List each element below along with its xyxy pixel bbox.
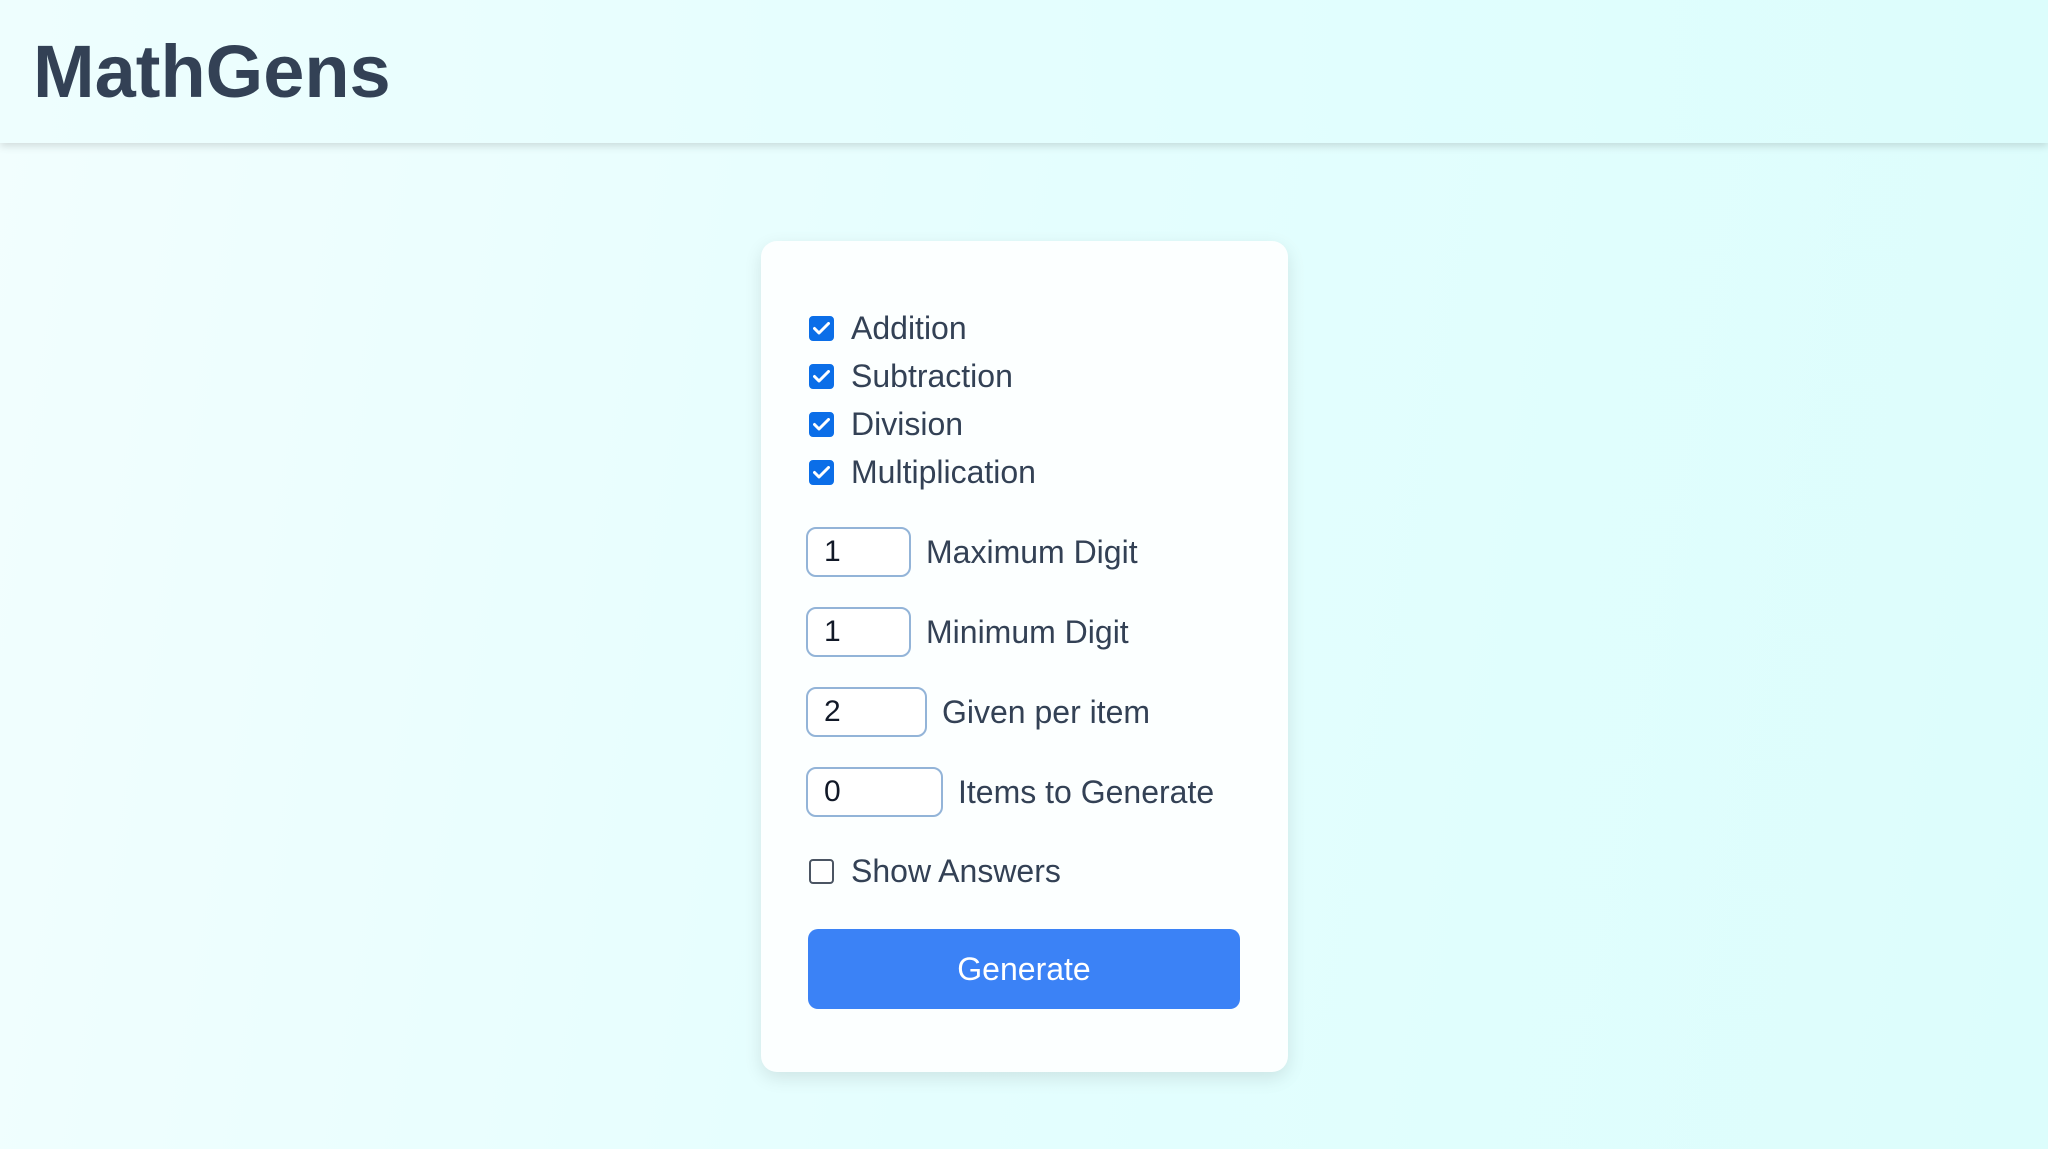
division-label: Division [851,405,964,442]
multiplication-label: Multiplication [851,453,1036,490]
field-row-maximum-digit: Maximum Digit [806,526,1138,578]
minimum-digit-label: Minimum Digit [926,613,1129,650]
show-answers-checkbox[interactable] [809,858,834,884]
field-row-items-to-generate: Items to Generate [806,766,1214,818]
field-row-minimum-digit: Minimum Digit [806,606,1129,658]
field-row-given-per-item: Given per item [806,686,1150,738]
given-per-item-input[interactable] [806,687,927,737]
subtraction-checkbox[interactable] [809,363,834,389]
checkbox-row-subtraction[interactable]: Subtraction [809,356,1013,396]
given-per-item-label: Given per item [942,693,1151,730]
checkbox-row-division[interactable]: Division [809,404,963,444]
items-to-generate-label: Items to Generate [958,773,1215,810]
app-title: MathGens [33,30,391,113]
checkmark-icon [813,321,830,334]
generator-form-card: Addition Subtraction Division Multiplica… [761,241,1288,1072]
show-answers-label: Show Answers [851,852,1061,889]
subtraction-label: Subtraction [851,357,1013,394]
maximum-digit-label: Maximum Digit [926,533,1138,570]
checkmark-icon [813,465,830,478]
checkbox-row-show-answers[interactable]: Show Answers [809,851,1061,891]
generate-button[interactable]: Generate [808,929,1240,1009]
app-header: MathGens [0,0,2048,143]
division-checkbox[interactable] [809,411,834,437]
minimum-digit-input[interactable] [806,607,911,657]
checkbox-row-addition[interactable]: Addition [809,308,967,348]
checkmark-icon [813,417,830,430]
addition-checkbox[interactable] [809,315,834,341]
multiplication-checkbox[interactable] [809,459,834,485]
addition-label: Addition [851,309,967,346]
items-to-generate-input[interactable] [806,767,943,817]
checkmark-icon [813,369,830,382]
checkbox-row-multiplication[interactable]: Multiplication [809,452,1036,492]
maximum-digit-input[interactable] [806,527,911,577]
